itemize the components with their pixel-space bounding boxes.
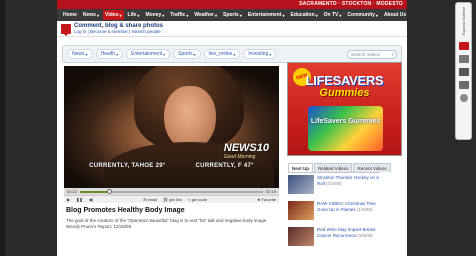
history-icon[interactable] (458, 55, 469, 64)
video-player[interactable]: NEWS10 Good Morning CURRENTLY, TAHOE 29°… (64, 66, 279, 188)
pause-icon: ❚❚ (76, 197, 83, 202)
lifesavers-ad[interactable]: NEW LIFESAVERS Gummies LifeSavers Gummie… (287, 62, 402, 156)
video-subject-face (164, 86, 216, 150)
tab-related-videos[interactable]: Related Videos (314, 163, 353, 172)
related-video-list: Stockton Thunder Hockey on a Roll (2/4/0… (288, 172, 380, 256)
time-current: 00:22 (67, 189, 78, 194)
list-item[interactable]: Stockton Thunder Hockey on a Roll (2/4/0… (288, 173, 380, 199)
candy-pack-image: LifeSavers Gummies (308, 106, 383, 151)
video-controls: ▶ ❚❚ ◀) ✉ email ⛓ get link ‹› get code ★ Fav… (64, 195, 279, 203)
ad-brand: LIFESAVERS (305, 73, 384, 88)
station-logo: NEWS10 Good Morning (223, 142, 269, 160)
tools-icon[interactable] (458, 81, 469, 90)
get-code-button[interactable]: ‹› get code (188, 197, 207, 202)
email-icon: ✉ (143, 197, 147, 202)
list-item[interactable]: RAW VIDEO: Christmas Tree Goes Up in Fla… (288, 199, 380, 225)
notes-icon[interactable] (458, 68, 469, 77)
volume-button[interactable]: ◀) (89, 197, 93, 202)
play-icon: ▶ (67, 197, 71, 202)
bookmark-icon[interactable] (458, 42, 469, 51)
video-thumbnail[interactable] (288, 227, 314, 246)
time-total: 02:19 (265, 189, 276, 194)
tab-recent-videos[interactable]: Recent Videos (353, 163, 391, 172)
code-icon: ‹› (187, 197, 191, 202)
help-icon[interactable] (459, 94, 468, 103)
left-dark-strip (0, 0, 5, 256)
favorite-button[interactable]: ★ Favorite (257, 197, 276, 202)
list-item[interactable]: Red Wine May Impact Breast Cancer Recurr… (288, 225, 380, 251)
video-description: The goal of the creators of the "Operati… (66, 218, 268, 229)
video-thumbnail[interactable] (288, 175, 314, 194)
volume-icon: ◀) (88, 197, 94, 202)
video-progress[interactable]: 00:22 02:19 (64, 188, 279, 195)
expand-sidebar-label[interactable]: Expand Sidebar (461, 7, 466, 35)
link-icon: ⛓ (163, 197, 169, 202)
email-button[interactable]: ✉ email (143, 197, 157, 202)
video-list-tabs: Next Up Related Videos Recent Videos (288, 163, 391, 172)
related-link[interactable]: Red Wine May Impact Breast Cancer Recurr… (317, 227, 380, 238)
star-icon: ★ (256, 197, 261, 202)
video-thumbnail[interactable] (288, 201, 314, 220)
related-link[interactable]: Stockton Thunder Hockey on a Roll (2/4/0… (317, 175, 380, 186)
ticker-tahoe: CURRENTLY, TAHOE 29° (89, 163, 166, 169)
seek-handle[interactable] (107, 188, 113, 194)
video-headline: Blog Promotes Healthy Body Image (66, 207, 185, 214)
ad-subtitle: Gummies (319, 87, 370, 99)
ticker-current: CURRENTLY, F 47° (195, 163, 254, 169)
seek-track[interactable] (80, 188, 263, 194)
pause-button[interactable]: ❚❚ (76, 197, 83, 202)
play-button[interactable]: ▶ (67, 197, 70, 202)
browser-sidebar: Expand Sidebar (455, 2, 472, 140)
seek-fill (80, 190, 110, 193)
get-link-button[interactable]: ⛓ get link (163, 197, 182, 202)
related-link[interactable]: RAW VIDEO: Christmas Tree Goes Up in Fla… (317, 201, 380, 212)
weather-ticker: CURRENTLY, TAHOE 29° CURRENTLY, F 47° (64, 160, 279, 172)
tab-next-up[interactable]: Next Up (288, 163, 314, 172)
